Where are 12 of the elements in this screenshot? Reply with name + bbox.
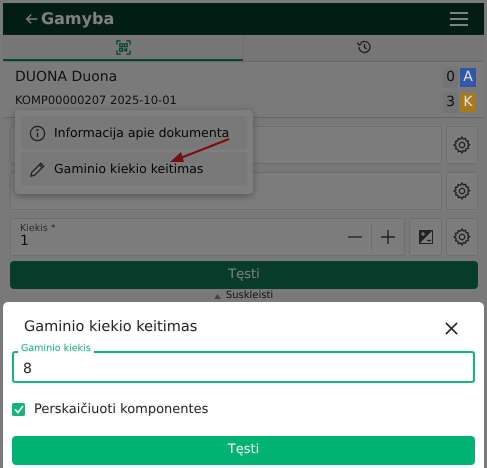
counter-value: 3 [443,92,458,113]
modal-title: Gaminio kiekio keitimas [24,318,198,338]
page-title: Gamyba [41,8,114,30]
document-code: KOMP00000207 2025-10-01 [15,92,177,109]
field-label: Kiekis * [20,224,57,234]
document-title: DUONA Duona [15,68,118,87]
field-label: Gaminio kiekis [18,343,94,355]
status-tag: K [460,93,476,112]
counter-value: 0 [443,67,458,88]
field-value: 1 [20,233,30,250]
checkbox-label: Perskaičiuoti komponentes [34,401,208,419]
status-tag: A [460,68,476,87]
